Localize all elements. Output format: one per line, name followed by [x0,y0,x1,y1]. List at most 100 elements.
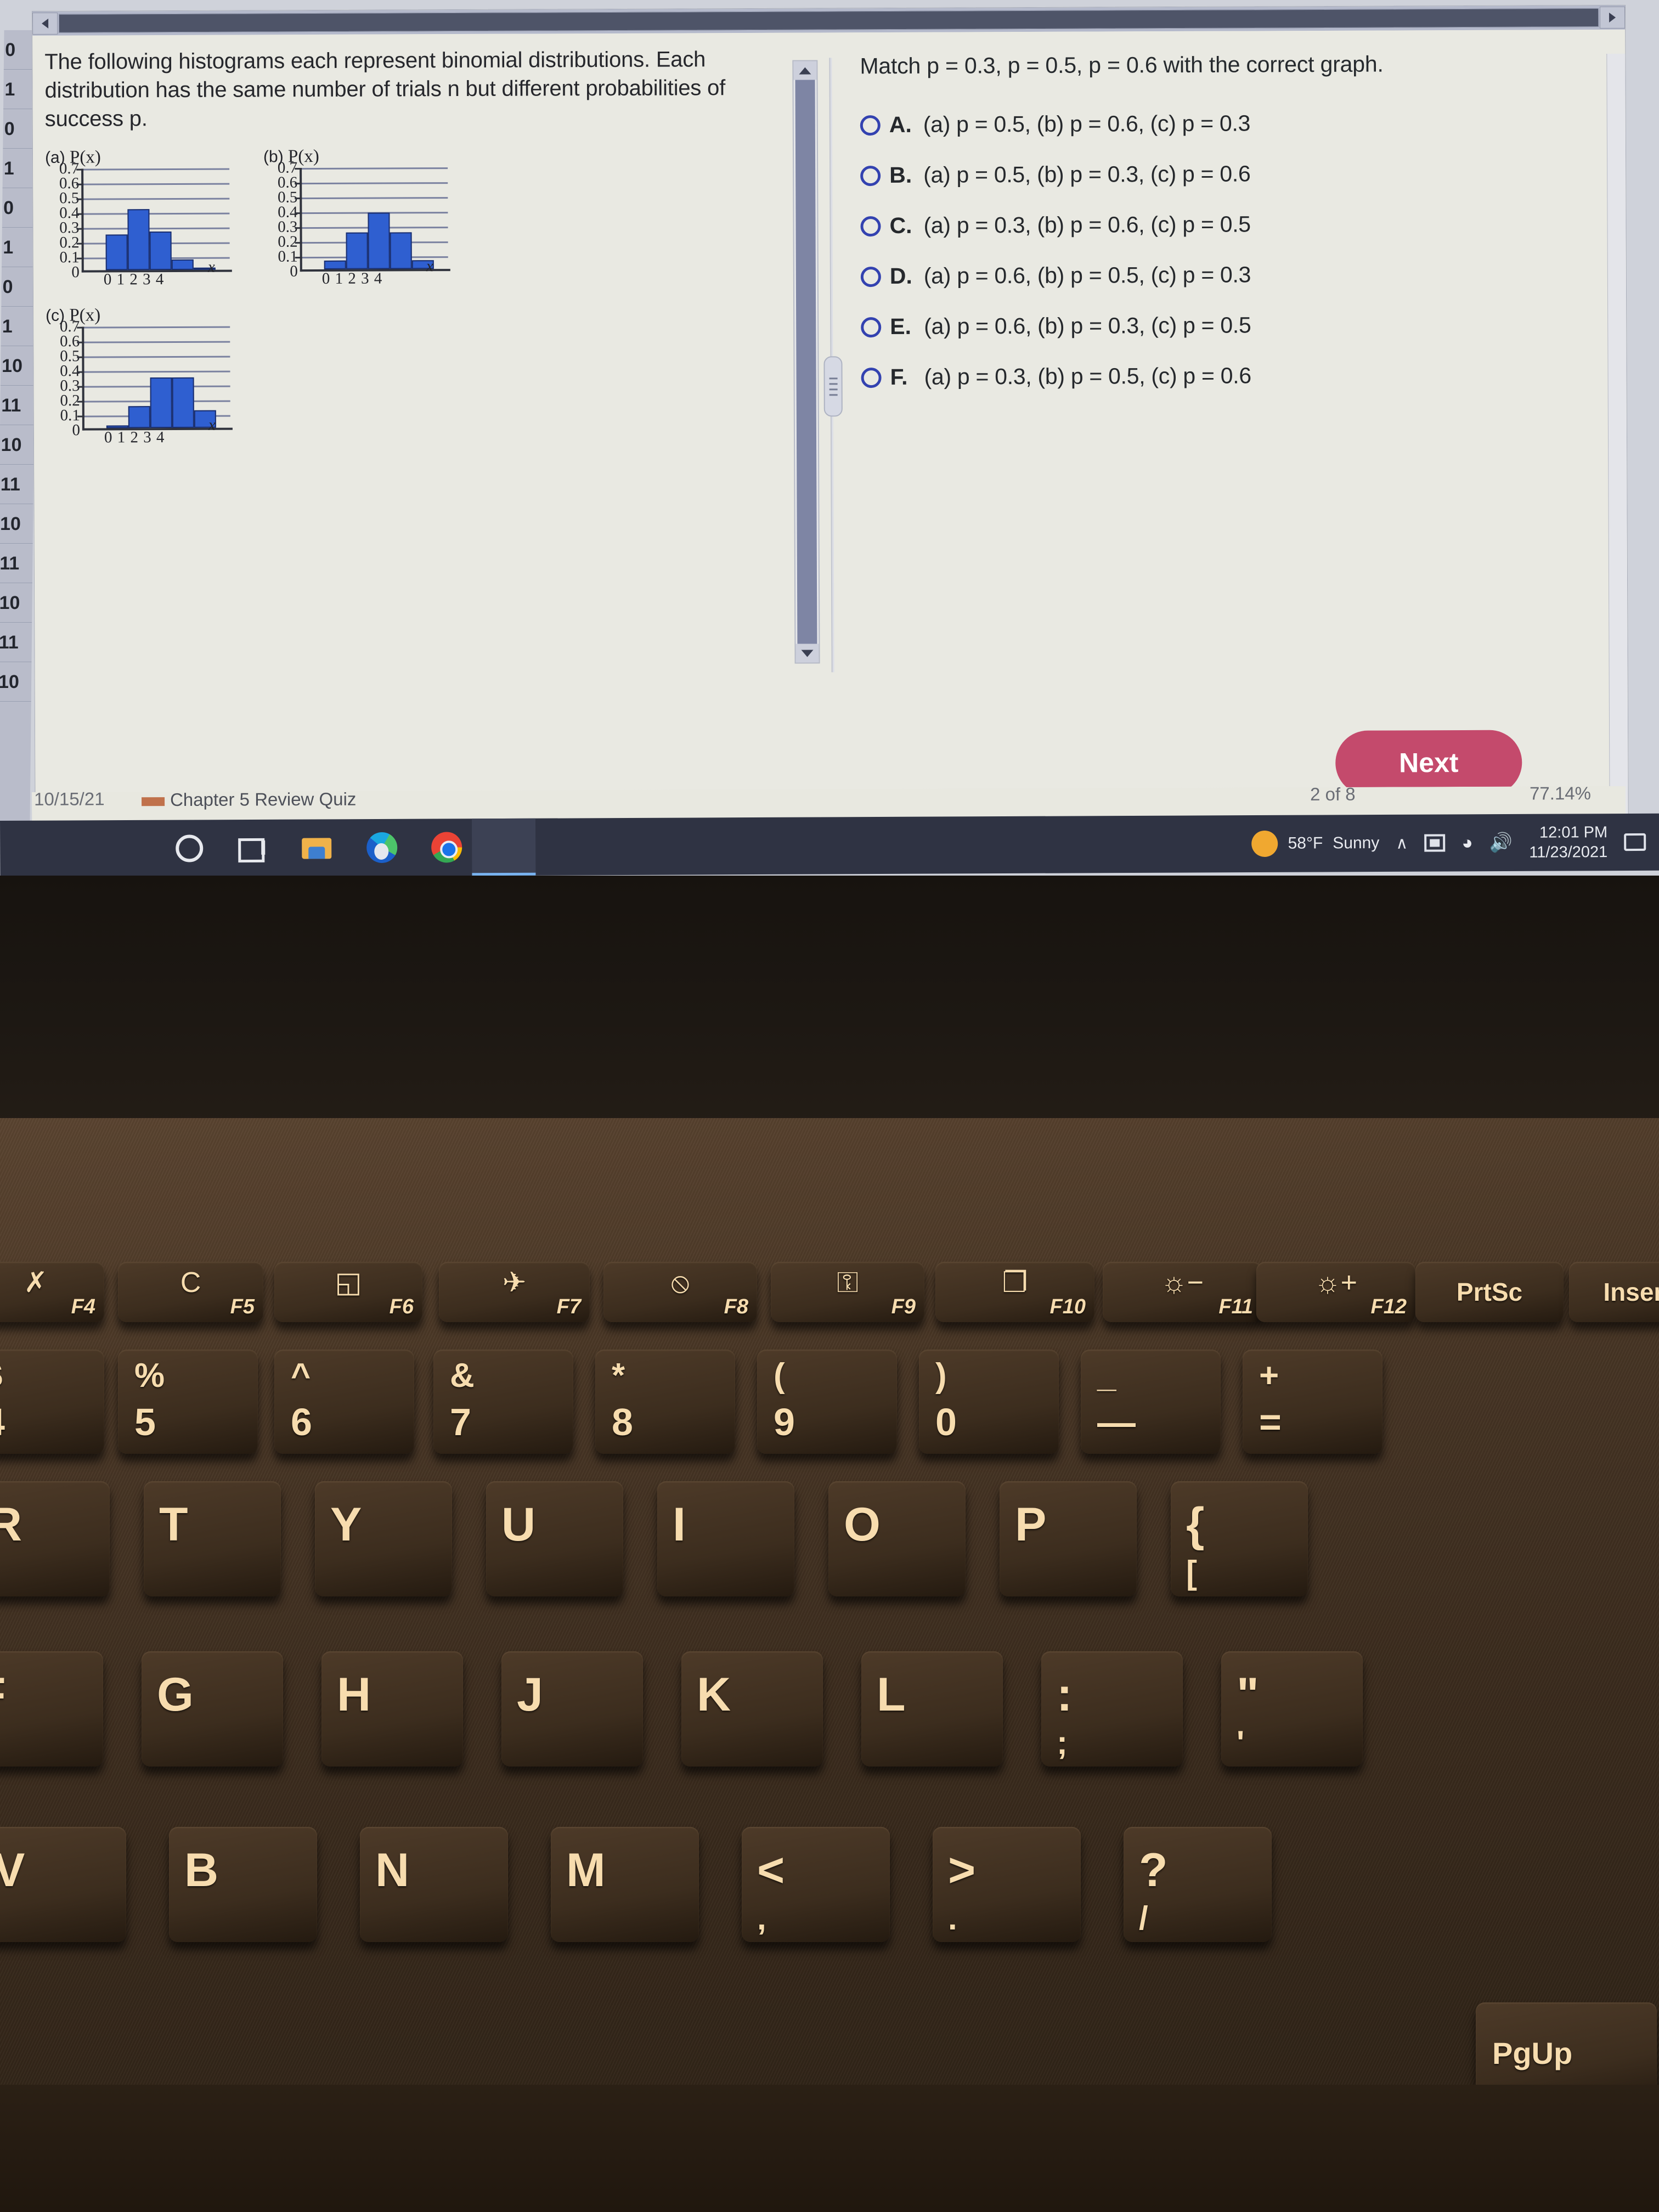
key-base-glyph: < [757,1844,785,1897]
scroll-up-arrow-icon[interactable] [793,61,817,80]
radio-button-icon[interactable] [860,115,881,136]
key-b[interactable]: B [169,1827,317,1942]
key-quote[interactable]: " ' [1221,1651,1363,1767]
key-{[interactable]: {[ [1171,1481,1308,1596]
key-k[interactable]: K [681,1651,823,1767]
mic-mute-icon[interactable]: ✗ F4 [0,1262,104,1322]
key-p[interactable]: P [1000,1481,1137,1596]
key-5[interactable]: % 5 [118,1350,258,1454]
radio-button-icon[interactable] [860,166,881,187]
key-o[interactable]: O [828,1481,966,1596]
letter-c-icon[interactable]: C F5 [118,1262,263,1322]
key-t[interactable]: T [144,1481,281,1596]
key-—[interactable]: _ — [1081,1350,1221,1454]
key-m[interactable]: M [551,1827,699,1942]
answer-option-e[interactable]: E. (a) p = 0.6, (b) p = 0.3, (c) p = 0.5 [861,311,1602,340]
notifications-icon[interactable] [1624,833,1646,851]
answer-option-b[interactable]: B. (a) p = 0.5, (b) p = 0.3, (c) p = 0.6 [860,160,1602,188]
answer-option-c[interactable]: C. (a) p = 0.3, (b) p = 0.6, (c) p = 0.5 [860,210,1602,239]
key-=[interactable]: + = [1243,1350,1383,1454]
key->[interactable]: >. [933,1827,1081,1942]
key-j[interactable]: J [501,1651,643,1767]
x-axis-label: x [426,257,433,275]
cortana-icon[interactable] [176,834,204,862]
key-4[interactable]: $4 [0,1350,104,1454]
quiz-tab-label[interactable]: Chapter 5 Review Quiz [170,789,356,810]
answer-option-a[interactable]: A. (a) p = 0.5, (b) p = 0.6, (c) p = 0.3 [860,109,1602,138]
scroll-down-arrow-icon[interactable] [795,644,819,663]
onedrive-tray-icon[interactable] [1424,834,1446,852]
display-switch-icon[interactable]: ❐ F10 [935,1262,1094,1322]
histogram-c: (c) P(x) 0.7 0.6 0.5 0.4 0.3 0.2 0.1 0 0 1 2 3 4x [46,305,233,446]
key-base-glyph: Y [330,1498,362,1551]
option-letter: E. [890,313,912,339]
key-i[interactable]: I [657,1481,794,1596]
key-n[interactable]: N [360,1827,508,1942]
screen-bezel-bottom [0,876,1659,1139]
weather-temp: 58°F [1288,834,1323,853]
inner-scrollbar-thumb[interactable] [795,80,817,644]
fkey-label: F4 [71,1295,95,1318]
radio-button-icon[interactable] [861,368,882,388]
airplane-mode-icon[interactable]: ✈ F7 [439,1262,590,1322]
key-8[interactable]: * 8 [595,1350,735,1454]
airplane-mode-icon-glyph: ✈ [502,1267,527,1299]
brightness-up-icon[interactable]: ☼+ F12 [1256,1262,1415,1322]
scroll-left-arrow-icon[interactable] [32,12,58,35]
weather-widget[interactable]: 58°F Sunny [1251,830,1379,857]
key-l[interactable]: L [861,1651,1003,1767]
taskbar-clock[interactable]: 12:01 PM 11/23/2021 [1529,822,1607,862]
key-r[interactable]: R [0,1481,110,1596]
clock-date: 11/23/2021 [1529,843,1608,861]
key-9[interactable]: (9 [757,1350,897,1454]
key-7[interactable]: & 7 [433,1350,573,1454]
key-base-glyph: V [0,1844,25,1897]
file-explorer-icon[interactable] [302,832,332,863]
pane-splitter-grip[interactable] [823,356,843,417]
scroll-right-arrow-icon[interactable] [1599,6,1626,29]
horizontal-scrollbar-thumb[interactable] [59,8,1599,33]
next-button[interactable]: Next [1335,730,1522,795]
answer-right-pane: Match p = 0.3, p = 0.5, p = 0.6 with the… [844,30,1616,823]
fkey-label: F8 [724,1295,748,1318]
key-6[interactable]: ^ 6 [274,1350,414,1454]
histogram-bar [390,232,412,269]
inner-vertical-scrollbar[interactable] [792,60,820,664]
y-tick-label: 0 [72,421,80,439]
taskbar-system-tray: 58°F Sunny ∧ ◕ 🔊 12:01 PM 11/23/2021 [1251,814,1646,872]
camera-off-icon[interactable]: ⦸ F8 [603,1262,757,1322]
task-view-icon[interactable] [237,833,268,864]
key-h[interactable]: H [321,1651,463,1767]
radio-button-icon[interactable] [860,216,881,237]
key-:[interactable]: :; [1041,1651,1183,1767]
answer-option-f[interactable]: F. (a) p = 0.3, (b) p = 0.5, (c) p = 0.6 [861,362,1602,390]
volume-icon[interactable]: 🔊 [1489,832,1513,854]
gutter-row: 1 [1,307,36,346]
key-v[interactable]: V [0,1827,126,1942]
insert-key[interactable]: Insert [1569,1262,1659,1322]
chevron-up-icon[interactable]: ∧ [1396,833,1408,853]
key-?[interactable]: ? / [1124,1827,1272,1942]
window-vertical-scrollbar[interactable] [1606,53,1628,820]
wifi-icon[interactable]: ◕ [1462,832,1473,854]
histogram-bar [324,260,346,269]
key-g[interactable]: G [142,1651,283,1767]
key-f[interactable]: F [0,1651,103,1767]
mic-mute-icon-glyph: ✗ [24,1267,48,1299]
key-base-glyph: 6 [291,1401,312,1443]
lock-icon[interactable]: ⚿ F9 [771,1262,924,1322]
answer-option-d[interactable]: D. (a) p = 0.6, (b) p = 0.5, (c) p = 0.3 [860,261,1602,289]
brightness-down-icon[interactable]: ☼− F11 [1103,1262,1262,1322]
print-screen-key[interactable]: PrtSc [1415,1262,1564,1322]
edge-icon[interactable] [366,832,398,864]
touchpad-icon[interactable]: ◱ F6 [274,1262,422,1322]
chrome-icon[interactable] [431,832,462,863]
radio-button-icon[interactable] [861,317,882,338]
radio-button-icon[interactable] [860,267,881,287]
key-<[interactable]: <, [742,1827,890,1942]
key-u[interactable]: U [486,1481,623,1596]
key-base-glyph: 7 [450,1401,471,1443]
key-alt-glyph: ; [1057,1724,1068,1761]
key-0[interactable]: ) 0 [919,1350,1059,1454]
key-y[interactable]: Y [315,1481,452,1596]
